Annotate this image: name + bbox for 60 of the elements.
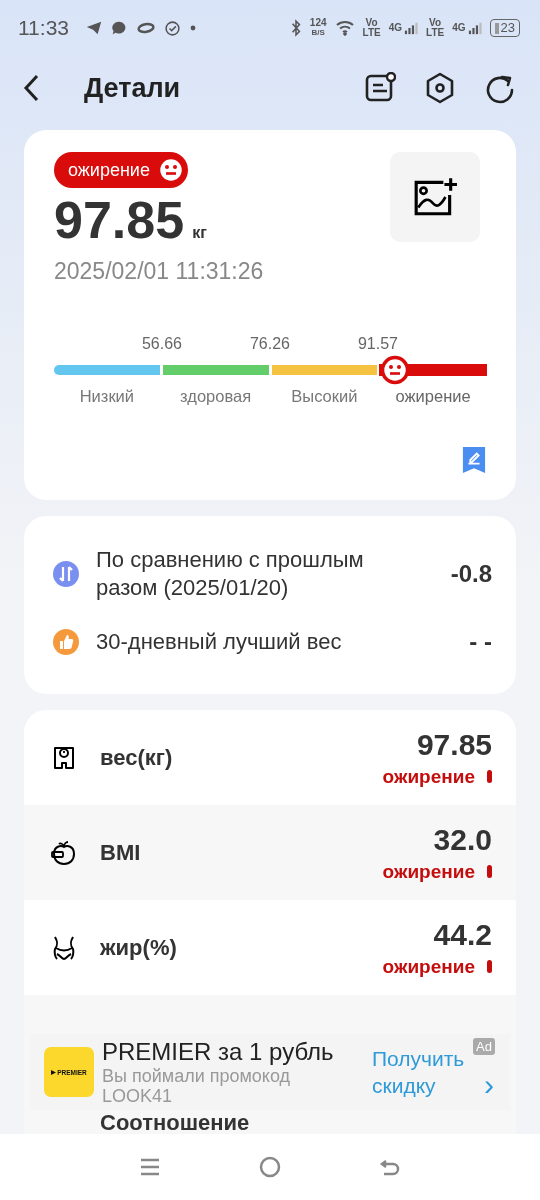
apple-icon — [50, 838, 78, 867]
ring-icon — [136, 21, 156, 35]
comparison-value: - - — [469, 628, 492, 656]
metric-status: ожирение — [382, 765, 475, 788]
volte-label: Vo LTE — [362, 18, 381, 38]
compare-icon — [52, 560, 80, 588]
threshold-value: 91.57 — [356, 335, 399, 354]
ad-description: Вы поймали промокод LOOK41 — [102, 1066, 292, 1106]
metric-label: BMI — [100, 839, 142, 866]
threshold-value: 76.26 — [248, 335, 291, 354]
page-title: Детали — [84, 72, 181, 104]
network-speed: 124 B/S — [309, 18, 327, 38]
metric-value: 44.2 — [433, 917, 492, 952]
range-label: Низкий — [78, 387, 136, 406]
metric-label: жир(%) — [100, 934, 178, 961]
chat-icon — [111, 19, 128, 37]
unit-label: кг — [192, 224, 207, 242]
comparison-value: -0.8 — [450, 560, 492, 588]
threshold-value: 56.66 — [140, 335, 183, 354]
metric-label: вес(кг) — [100, 744, 174, 771]
metric-status: ожирение — [382, 860, 475, 883]
status-badge: ожирение — [54, 152, 188, 188]
comparison-label: 30-дневный лучший вес — [96, 628, 343, 656]
alert-mark — [487, 865, 492, 878]
ad-title: PREMIER за 1 рубль — [102, 1038, 335, 1066]
bluetooth-icon — [289, 19, 302, 37]
home-icon[interactable] — [258, 1155, 282, 1179]
metric-value: 97.85 — [416, 727, 492, 762]
ad-cta-link[interactable]: Получить скидку — [372, 1045, 476, 1099]
battery-level: 23 — [489, 19, 520, 37]
play-icon — [51, 1069, 57, 1075]
ad-label: Ad — [473, 1038, 495, 1055]
edit-icon[interactable] — [462, 446, 486, 474]
thumbs-up-icon — [52, 628, 80, 656]
metric-value: 32.0 — [433, 822, 492, 857]
chevron-icon[interactable]: › — [484, 1071, 494, 1099]
network-type: 4G — [388, 22, 403, 33]
comparison-label: По сравнению с прошлым разом (2025/01/20) — [96, 546, 365, 602]
metric-status: ожирение — [382, 955, 475, 978]
range-label: здоровая — [179, 387, 253, 406]
check-circle-icon — [164, 19, 181, 37]
clock-time: 11:33 — [18, 16, 69, 40]
range-label: ожирение — [394, 387, 472, 406]
alert-mark — [487, 960, 492, 973]
wifi-icon — [334, 20, 355, 36]
send-icon — [85, 19, 103, 37]
range-label: Высокий — [290, 387, 359, 406]
weight-value: 97.85 — [54, 190, 185, 250]
volte-label: Vo LTE — [426, 18, 445, 38]
signal-icon — [467, 20, 482, 36]
network-type: 4G — [452, 22, 466, 33]
alert-mark — [487, 770, 492, 783]
measurement-datetime: 2025/02/01 11:31:26 — [54, 258, 265, 285]
report-icon[interactable] — [364, 72, 396, 104]
signal-icon — [404, 20, 419, 36]
add-photo-button[interactable] — [390, 152, 480, 242]
dot-icon — [189, 24, 197, 32]
settings-icon[interactable] — [424, 72, 456, 104]
metric-label: Соотношение — [100, 1112, 251, 1134]
image-add-icon — [412, 176, 458, 218]
